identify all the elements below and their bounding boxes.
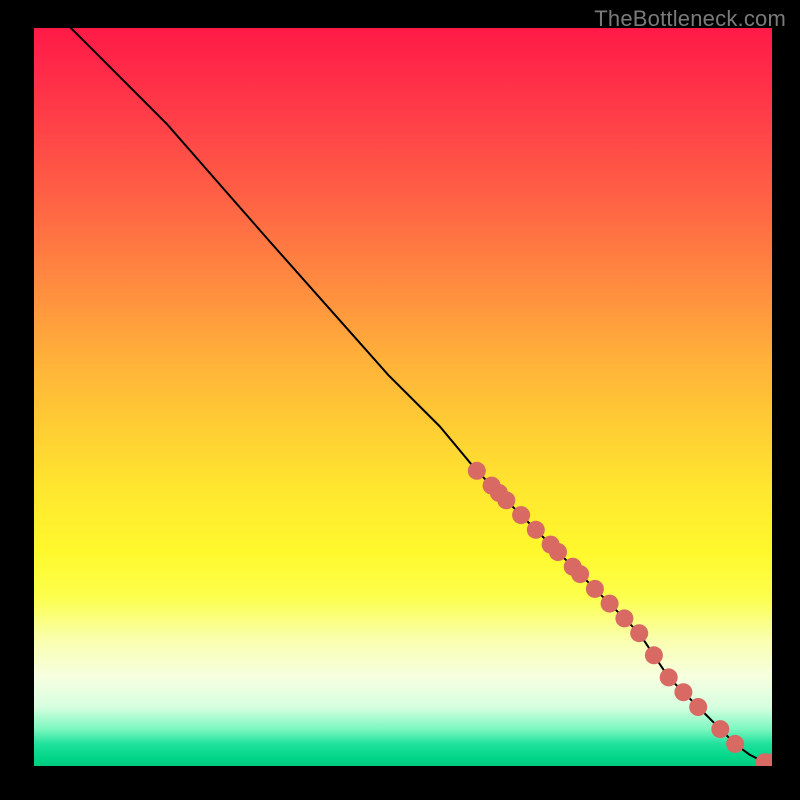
plot-area	[34, 28, 772, 766]
chart-frame: TheBottleneck.com	[0, 0, 800, 800]
data-marker	[615, 609, 633, 627]
bottleneck-curve-line	[71, 28, 772, 762]
data-marker	[512, 506, 530, 524]
data-marker	[711, 720, 729, 738]
data-marker	[497, 491, 515, 509]
data-marker	[586, 580, 604, 598]
data-marker	[726, 735, 744, 753]
data-marker	[571, 565, 589, 583]
data-marker	[630, 624, 648, 642]
data-marker	[674, 683, 692, 701]
data-marker	[660, 668, 678, 686]
data-marker	[601, 595, 619, 613]
curve-svg	[34, 28, 772, 766]
data-marker	[689, 698, 707, 716]
watermark-text: TheBottleneck.com	[594, 6, 786, 32]
data-marker	[468, 462, 486, 480]
data-marker	[645, 646, 663, 664]
data-marker	[527, 521, 545, 539]
data-marker	[549, 543, 567, 561]
